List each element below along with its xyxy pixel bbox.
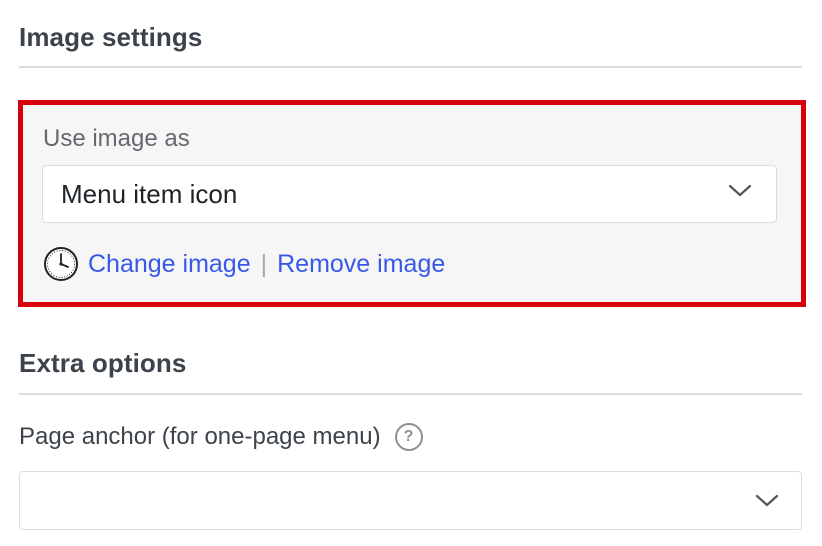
- link-separator: |: [260, 249, 268, 278]
- image-settings-divider: [19, 66, 802, 68]
- remove-image-link[interactable]: Remove image: [277, 250, 445, 279]
- clock-icon: [44, 247, 78, 281]
- image-settings-title: Image settings: [19, 22, 203, 52]
- change-image-link[interactable]: Change image: [88, 250, 251, 279]
- image-settings-panel: Use image as Menu item icon Change image…: [18, 100, 806, 307]
- use-image-as-value: Menu item icon: [61, 179, 238, 209]
- page-anchor-label-row: Page anchor (for one-page menu) ?: [19, 423, 423, 451]
- use-image-as-label: Use image as: [43, 125, 190, 152]
- page-anchor-label: Page anchor (for one-page menu): [19, 423, 381, 450]
- help-icon[interactable]: ?: [394, 423, 423, 451]
- chevron-down-icon: [755, 494, 779, 507]
- chevron-down-icon: [728, 184, 752, 197]
- page-anchor-select[interactable]: [19, 471, 802, 530]
- use-image-as-select[interactable]: Menu item icon: [42, 165, 777, 223]
- image-actions-row: Change image | Remove image: [43, 247, 445, 281]
- extra-options-divider: [19, 393, 802, 395]
- extra-options-title: Extra options: [19, 348, 187, 378]
